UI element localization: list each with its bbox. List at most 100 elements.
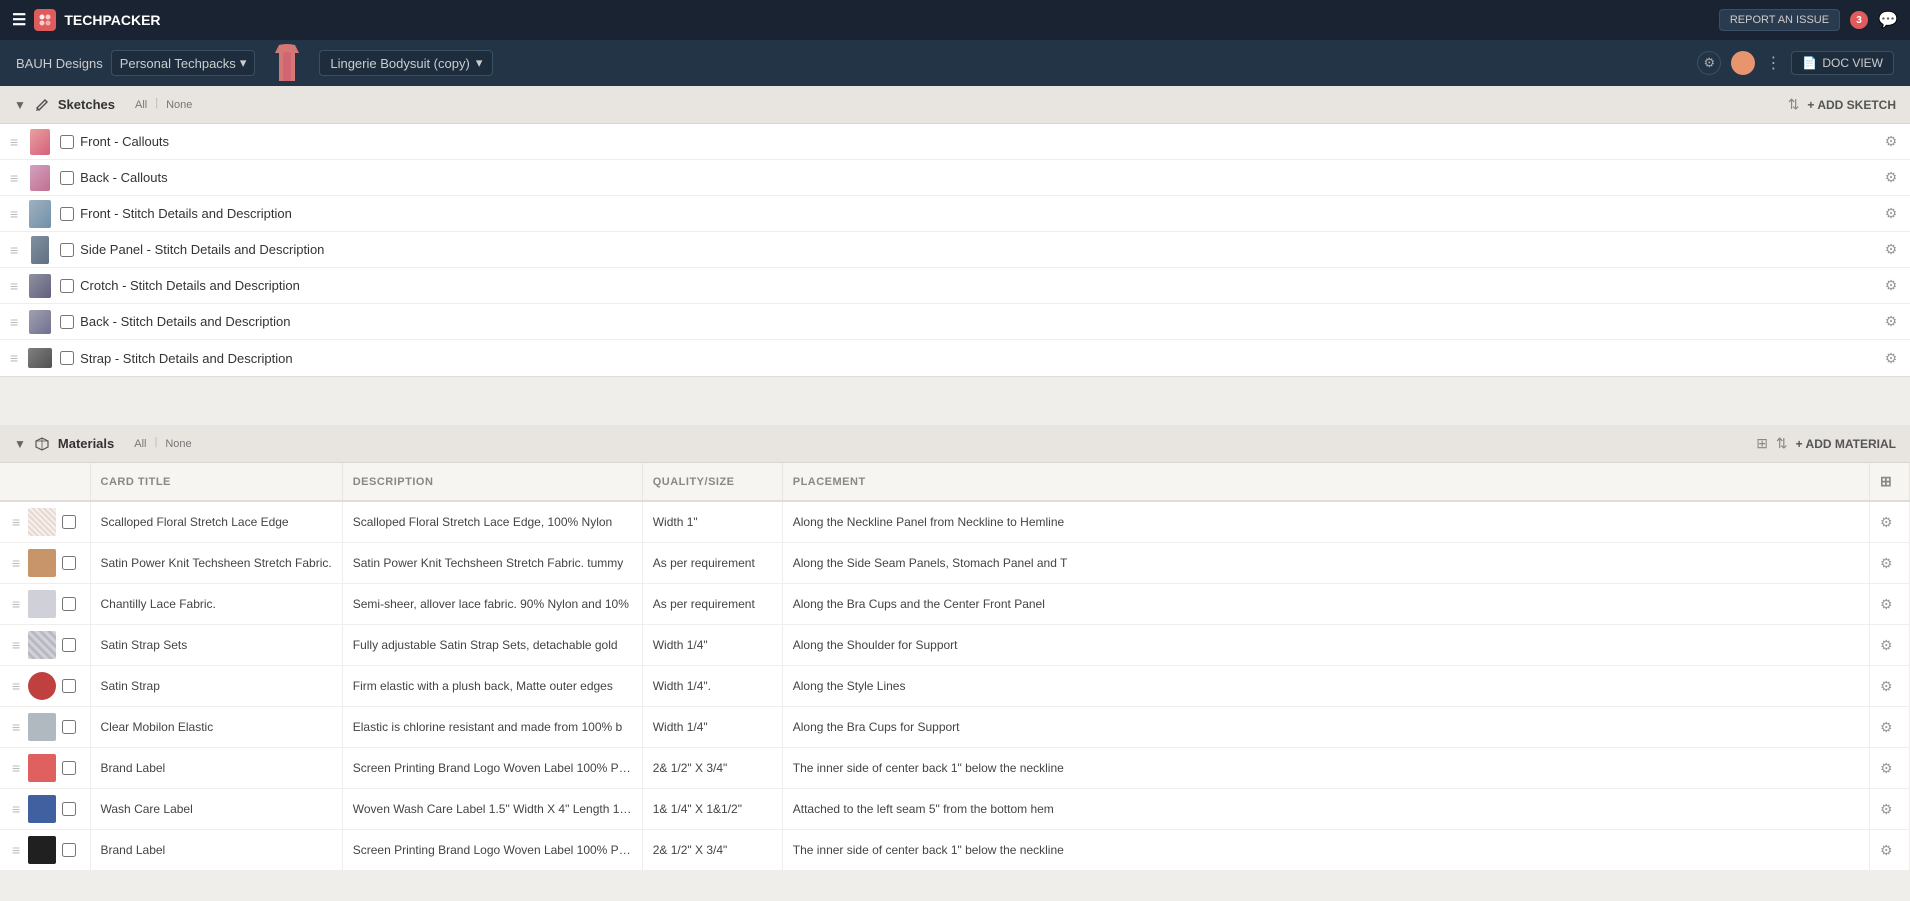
drag-handle[interactable]: ≡: [10, 596, 22, 612]
material-placement: Along the Side Seam Panels, Stomach Pane…: [782, 543, 1869, 584]
material-checkbox[interactable]: [62, 761, 76, 775]
table-row: ≡ Brand Label Screen Printing Brand Logo…: [0, 748, 1910, 789]
top-nav-right: REPORT AN ISSUE 3 💬: [1719, 9, 1898, 31]
tab-all[interactable]: All: [131, 97, 151, 113]
drag-handle[interactable]: ≡: [10, 514, 22, 530]
material-swatch: [28, 590, 56, 618]
breadcrumb-designs[interactable]: BAUH Designs: [16, 56, 103, 71]
mat-tab-none[interactable]: None: [161, 436, 195, 452]
sort-icon[interactable]: ⇅: [1788, 96, 1800, 113]
material-checkbox[interactable]: [62, 843, 76, 857]
row-thumb-cell: ≡: [0, 789, 90, 830]
material-checkbox[interactable]: [62, 515, 76, 529]
material-quality: 1& 1/4" X 1&1/2": [642, 789, 782, 830]
sketch-thumbnail: [26, 128, 54, 156]
material-checkbox[interactable]: [62, 679, 76, 693]
materials-table: Card Title DESCRIPTION QUALITY/SIZE PLAC…: [0, 463, 1910, 871]
user-avatar[interactable]: [1731, 51, 1755, 75]
sketch-checkbox[interactable]: [60, 135, 74, 149]
columns-icon[interactable]: ⊞: [1880, 473, 1892, 489]
sketch-thumbnail: [26, 308, 54, 336]
material-placement: Along the Neckline Panel from Neckline t…: [782, 501, 1869, 543]
material-swatch: [28, 795, 56, 823]
material-placement: The inner side of center back 1" below t…: [782, 830, 1869, 871]
material-settings-icon[interactable]: ⚙: [1880, 596, 1893, 612]
sketch-settings-icon[interactable]: ⚙: [1880, 203, 1902, 225]
sketch-checkbox[interactable]: [60, 171, 74, 185]
sketch-settings-icon[interactable]: ⚙: [1880, 167, 1902, 189]
material-settings-icon[interactable]: ⚙: [1880, 719, 1893, 735]
material-placement: Along the Bra Cups and the Center Front …: [782, 584, 1869, 625]
material-name: Brand Label: [90, 748, 342, 789]
material-settings-icon[interactable]: ⚙: [1880, 555, 1893, 571]
material-settings-cell: ⚙: [1870, 748, 1910, 789]
product-name-dropdown[interactable]: Lingerie Bodysuit (copy) ▾: [319, 50, 493, 76]
material-checkbox[interactable]: [62, 802, 76, 816]
sketch-settings-icon[interactable]: ⚙: [1880, 275, 1902, 297]
more-options-icon[interactable]: ⋮: [1765, 53, 1781, 73]
sketch-name: Back - Stitch Details and Description: [80, 314, 1874, 329]
row-thumb-cell: ≡: [0, 666, 90, 707]
material-name: Clear Mobilon Elastic: [90, 707, 342, 748]
material-checkbox[interactable]: [62, 556, 76, 570]
material-checkbox[interactable]: [62, 720, 76, 734]
brand-name: TECHPACKER: [64, 12, 160, 28]
drag-handle[interactable]: ≡: [8, 278, 20, 294]
sketch-checkbox[interactable]: [60, 315, 74, 329]
material-settings-icon[interactable]: ⚙: [1880, 842, 1893, 858]
col-description: DESCRIPTION: [342, 463, 642, 501]
material-settings-icon[interactable]: ⚙: [1880, 760, 1893, 776]
material-settings-icon[interactable]: ⚙: [1880, 801, 1893, 817]
add-material-button[interactable]: + ADD MATERIAL: [1796, 437, 1896, 451]
chat-icon[interactable]: 💬: [1878, 10, 1898, 30]
material-settings-icon[interactable]: ⚙: [1880, 514, 1893, 530]
techpacks-dropdown[interactable]: Personal Techpacks ▾: [111, 50, 256, 76]
sketch-checkbox[interactable]: [60, 279, 74, 293]
breadcrumb: BAUH Designs Personal Techpacks ▾ Linger…: [16, 43, 493, 83]
material-checkbox[interactable]: [62, 638, 76, 652]
sketches-section-header: ▼ Sketches All | None ⇅ + ADD SKETCH: [0, 86, 1910, 124]
sketch-settings-icon[interactable]: ⚙: [1880, 311, 1902, 333]
material-name: Brand Label: [90, 830, 342, 871]
tab-none[interactable]: None: [162, 97, 196, 113]
drag-handle[interactable]: ≡: [8, 206, 20, 222]
table-row: ≡ Clear Mobilon Elastic Elastic is chlor…: [0, 707, 1910, 748]
settings-icon[interactable]: ⚙: [1697, 51, 1721, 75]
mat-tab-all[interactable]: All: [130, 436, 150, 452]
sketch-settings-icon[interactable]: ⚙: [1880, 347, 1902, 369]
sketches-actions: ⇅ + ADD SKETCH: [1788, 96, 1896, 113]
table-row: ≡ Scalloped Floral Stretch Lace Edge Sca…: [0, 501, 1910, 543]
material-settings-icon[interactable]: ⚙: [1880, 637, 1893, 653]
drag-handle[interactable]: ≡: [8, 242, 20, 258]
sketch-checkbox[interactable]: [60, 243, 74, 257]
drag-handle[interactable]: ≡: [10, 678, 22, 694]
drag-handle[interactable]: ≡: [10, 637, 22, 653]
grid-icon[interactable]: ⊞: [1756, 435, 1768, 452]
drag-handle[interactable]: ≡: [10, 801, 22, 817]
col-actions: ⊞: [1870, 463, 1910, 501]
drag-handle[interactable]: ≡: [8, 170, 20, 186]
sort-icon[interactable]: ⇅: [1776, 435, 1788, 452]
drag-handle[interactable]: ≡: [10, 555, 22, 571]
material-checkbox[interactable]: [62, 597, 76, 611]
add-sketch-button[interactable]: + ADD SKETCH: [1807, 98, 1896, 112]
material-settings-icon[interactable]: ⚙: [1880, 678, 1893, 694]
drag-handle[interactable]: ≡: [8, 134, 20, 150]
sketch-checkbox[interactable]: [60, 207, 74, 221]
sketch-settings-icon[interactable]: ⚙: [1880, 239, 1902, 261]
materials-toggle[interactable]: ▼: [14, 437, 26, 451]
drag-handle[interactable]: ≡: [10, 842, 22, 858]
drag-handle[interactable]: ≡: [8, 314, 20, 330]
drag-handle[interactable]: ≡: [10, 719, 22, 735]
report-issue-button[interactable]: REPORT AN ISSUE: [1719, 9, 1840, 31]
drag-handle[interactable]: ≡: [8, 350, 20, 366]
notification-badge[interactable]: 3: [1850, 11, 1868, 29]
hamburger-icon[interactable]: ☰: [12, 10, 26, 30]
material-quality: Width 1": [642, 501, 782, 543]
sketches-toggle[interactable]: ▼: [14, 98, 26, 112]
materials-rows: ≡ Scalloped Floral Stretch Lace Edge Sca…: [0, 501, 1910, 871]
doc-view-button[interactable]: 📄 DOC VIEW: [1791, 51, 1894, 75]
drag-handle[interactable]: ≡: [10, 760, 22, 776]
sketch-settings-icon[interactable]: ⚙: [1880, 131, 1902, 153]
sketch-checkbox[interactable]: [60, 351, 74, 365]
